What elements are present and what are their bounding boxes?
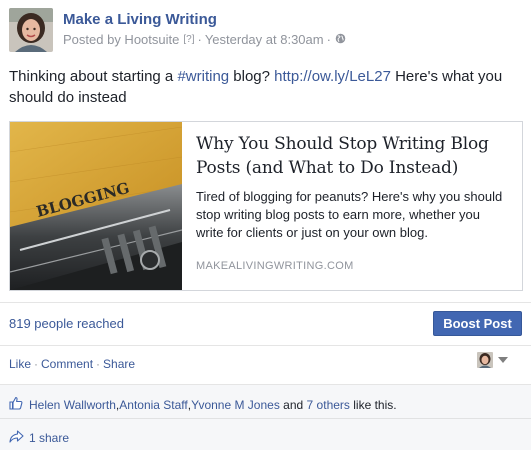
- action-separator: ·: [96, 357, 101, 371]
- others-link[interactable]: 7 others: [307, 398, 350, 412]
- posted-by-text: Posted by Hootsuite: [63, 32, 180, 47]
- divider: [0, 345, 531, 346]
- likes-and-text: and: [279, 397, 307, 412]
- post-subline: Posted by Hootsuite [?] · Yesterday at 8…: [63, 31, 346, 49]
- shares-count[interactable]: 1 share: [29, 431, 69, 445]
- liker-name[interactable]: Helen Wallworth: [29, 398, 116, 412]
- post-as-selector[interactable]: [477, 352, 508, 368]
- link-preview-title[interactable]: Why You Should Stop Writing Blog Posts (…: [196, 132, 510, 180]
- link-preview-body: Why You Should Stop Writing Blog Posts (…: [182, 122, 522, 290]
- action-separator: ·: [34, 357, 39, 371]
- meta-dot-2: ·: [326, 32, 331, 47]
- hashtag-link[interactable]: #writing: [177, 68, 229, 85]
- post-meta: Make a Living Writing Posted by Hootsuit…: [63, 8, 346, 56]
- share-arrow-icon: [9, 430, 24, 446]
- globe-icon[interactable]: [335, 31, 346, 49]
- page-name-link[interactable]: Make a Living Writing: [63, 10, 346, 29]
- link-preview-image[interactable]: BLOGGING: [10, 122, 182, 290]
- post-timestamp[interactable]: Yesterday at 8:30am: [205, 31, 324, 49]
- boost-post-button[interactable]: Boost Post: [433, 311, 522, 336]
- likes-summary: Helen Wallworth, Antonia Staff, Yvonne M…: [9, 396, 397, 413]
- meta-dot: ·: [197, 32, 202, 47]
- post-message: Thinking about starting a #writing blog?…: [9, 66, 519, 108]
- facebook-post-card: Make a Living Writing Posted by Hootsuit…: [0, 0, 531, 450]
- divider: [0, 418, 531, 419]
- likes-suffix: like this.: [349, 397, 397, 412]
- feedback-section: [0, 384, 531, 450]
- link-preview[interactable]: BLOGGING Why You Should Stop Writing Blo…: [9, 121, 523, 291]
- share-link[interactable]: Share: [103, 357, 135, 371]
- post-text-start: Thinking about starting a: [9, 68, 178, 85]
- post-url-link[interactable]: http://ow.ly/LeL27: [274, 68, 391, 85]
- people-reached-link[interactable]: 819 people reached: [9, 316, 124, 331]
- page-avatar[interactable]: [9, 8, 53, 52]
- divider: [0, 302, 531, 303]
- post-header: Make a Living Writing Posted by Hootsuit…: [9, 8, 346, 56]
- shares-link[interactable]: 1 share: [9, 430, 69, 446]
- post-text-middle: blog?: [229, 68, 275, 85]
- help-marker[interactable]: [?]: [183, 31, 194, 49]
- liker-name[interactable]: Antonia Staff: [119, 398, 188, 412]
- mini-avatar: [477, 352, 493, 368]
- post-actions: Like · Comment · Share: [9, 357, 135, 371]
- chevron-down-icon[interactable]: [498, 357, 508, 363]
- like-link[interactable]: Like: [9, 357, 31, 371]
- thumbs-up-icon: [9, 396, 23, 413]
- divider: [0, 384, 531, 385]
- liker-name[interactable]: Yvonne M Jones: [191, 398, 280, 412]
- comment-link[interactable]: Comment: [41, 357, 93, 371]
- link-preview-description: Tired of blogging for peanuts? Here's wh…: [196, 189, 503, 240]
- link-preview-domain: MAKEALIVINGWRITING.COM: [196, 260, 354, 272]
